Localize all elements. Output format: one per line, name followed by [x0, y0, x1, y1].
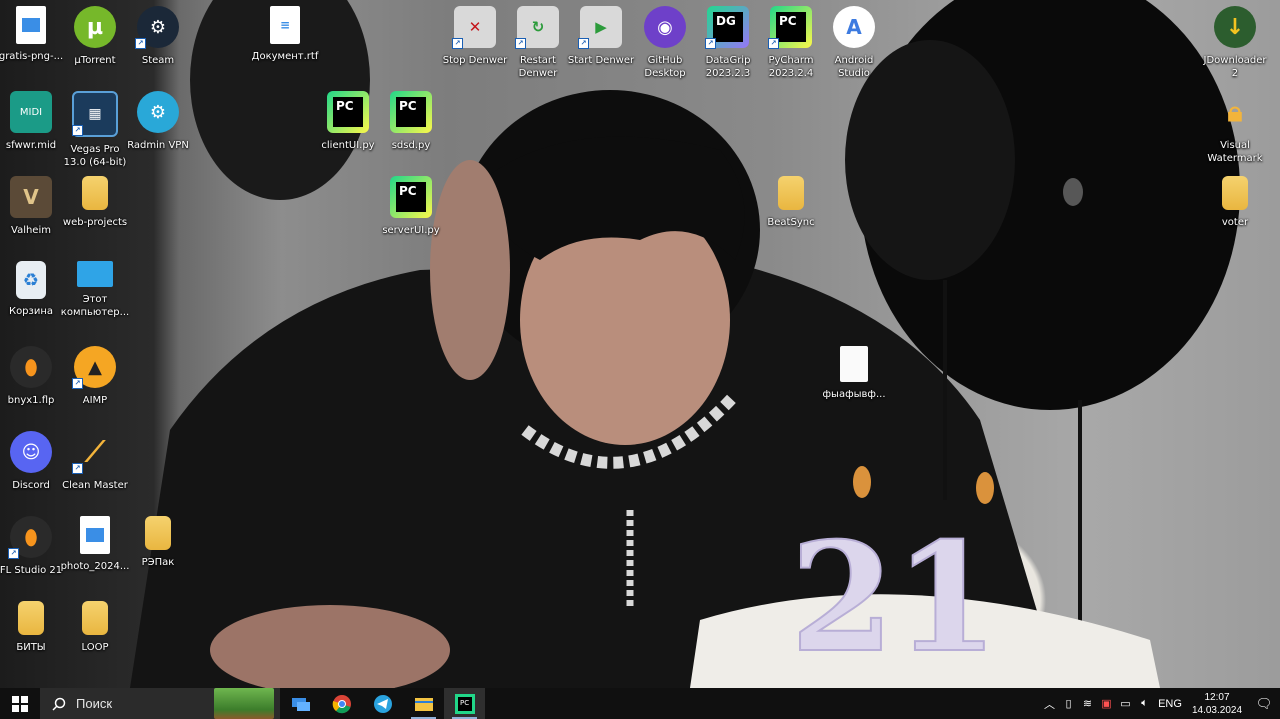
lock-icon: 🔒︎: [1227, 95, 1243, 128]
shortcut-arrow-icon: ↗: [578, 38, 589, 49]
desktop-icon-clean-master[interactable]: ⟋ ↗ Clean Master: [58, 431, 132, 492]
restart-denwer-icon: ↻ ↗: [515, 6, 559, 49]
shortcut-arrow-icon: ↗: [768, 38, 779, 49]
desktop-icon-fyafyvf[interactable]: фыафывф...: [817, 346, 891, 401]
desktop-icon-web-projects[interactable]: web-projects: [58, 176, 132, 229]
desktop-icon-steam[interactable]: ⚙ ↗ Steam: [121, 6, 195, 67]
search-highlight-image: [214, 688, 274, 719]
this-pc-icon: [77, 261, 113, 287]
taskbar: Поиск PC ︿ ▯ ≋ ▣ ▭ 🔈︎ ENG 12:07 14.03.20…: [0, 688, 1280, 719]
windows-logo-icon: [12, 695, 28, 712]
desktop-icon-beatsync[interactable]: BeatSync: [754, 176, 828, 229]
steam-icon: ⚙ ↗: [135, 6, 179, 49]
aimp-icon: ▲ ↗: [72, 346, 116, 389]
battery-icon[interactable]: ▭: [1116, 697, 1135, 710]
folder-icon: [1222, 176, 1248, 210]
python-file-icon: PC: [327, 91, 369, 133]
clock[interactable]: 12:07 14.03.2024: [1186, 691, 1248, 717]
jdownloader-icon: ↓: [1214, 6, 1256, 48]
folder-icon: [18, 601, 44, 635]
antivirus-icon[interactable]: ▣: [1097, 697, 1116, 710]
desktop-icon-visual-watermark[interactable]: 🔒︎ Visual Watermark: [1198, 91, 1272, 165]
image-file-icon: [80, 516, 110, 554]
github-desktop-icon: ◉: [644, 6, 686, 48]
desktop-icon-radmin[interactable]: ⚙ Radmin VPN: [121, 91, 195, 152]
desktop-icon-sdsd[interactable]: PC sdsd.py: [374, 91, 448, 152]
utorrent-icon: µ: [74, 6, 116, 48]
folder-icon: [145, 516, 171, 550]
notification-center-icon[interactable]: 🗨︎: [1248, 696, 1280, 712]
shortcut-arrow-icon: ↗: [135, 38, 146, 49]
discord-icon: ☺: [10, 431, 52, 473]
shortcut-arrow-icon: ↗: [8, 548, 19, 559]
clock-time: 12:07: [1204, 691, 1230, 703]
language-indicator[interactable]: ENG: [1154, 698, 1186, 710]
taskbar-file-explorer[interactable]: [403, 688, 444, 719]
telegram-icon: [373, 694, 392, 713]
shortcut-arrow-icon: ↗: [705, 38, 716, 49]
chevron-up-icon[interactable]: ︿: [1040, 696, 1059, 712]
fl-studio-icon: ⬮: [10, 346, 52, 388]
desktop-icon-loop[interactable]: LOOP: [58, 601, 132, 654]
rtf-document-icon: ≡: [270, 6, 300, 44]
shortcut-arrow-icon: ↗: [72, 125, 83, 136]
desktop-icon-voter[interactable]: voter: [1198, 176, 1272, 229]
shortcut-arrow-icon: ↗: [452, 38, 463, 49]
desktop-icon-start-denwer[interactable]: ▶ ↗ Start Denwer: [564, 6, 638, 67]
python-file-icon: PC: [390, 176, 432, 218]
pycharm-icon: PC ↗: [768, 6, 812, 49]
volume-icon[interactable]: 🔈︎: [1135, 697, 1154, 710]
wifi-icon[interactable]: ≋: [1078, 697, 1097, 710]
desktop-icon-document-rtf[interactable]: ≡ Документ.rtf: [248, 6, 322, 63]
search-placeholder: Поиск: [76, 696, 113, 711]
clock-date: 14.03.2024: [1191, 704, 1243, 716]
shortcut-arrow-icon: ↗: [72, 378, 83, 389]
chrome-icon: [332, 694, 351, 713]
desktop-icon-android-studio[interactable]: A Android Studio: [817, 6, 891, 80]
datagrip-icon: DG ↗: [705, 6, 749, 49]
vegas-pro-icon: ▦ ↗: [72, 91, 118, 137]
desktop-icon-jdownloader[interactable]: ↓ JDownloader 2: [1198, 6, 1272, 80]
recycle-bin-icon: ♻: [16, 261, 46, 299]
task-view-icon: [291, 697, 310, 711]
python-file-icon: PC: [390, 91, 432, 133]
android-studio-icon: A: [833, 6, 875, 48]
desktop-icon-this-pc[interactable]: Этот компьютер...: [58, 261, 132, 319]
folder-icon: [82, 176, 108, 210]
folder-icon: [778, 176, 804, 210]
desktop-icon-aimp[interactable]: ▲ ↗ AIMP: [58, 346, 132, 407]
task-view-button[interactable]: [280, 688, 321, 719]
blank-file-icon: [840, 346, 868, 382]
search-box[interactable]: Поиск: [40, 688, 280, 719]
system-tray: ︿ ▯ ≋ ▣ ▭ 🔈︎ ENG 12:07 14.03.2024 🗨︎: [1040, 688, 1280, 719]
desktop-icon-repak[interactable]: РЭПак: [121, 516, 195, 569]
start-button[interactable]: [0, 688, 40, 719]
fl-studio-icon: ⬮ ↗: [8, 516, 52, 559]
desktop-icon-serverui[interactable]: PC serverUI.py: [374, 176, 448, 237]
taskbar-pycharm[interactable]: PC: [444, 688, 485, 719]
pycharm-icon: PC: [454, 693, 475, 714]
start-denwer-icon: ▶ ↗: [578, 6, 622, 49]
svg-text:PC: PC: [460, 699, 469, 707]
broom-icon: ⟋ ↗: [72, 431, 116, 474]
taskbar-telegram[interactable]: [362, 688, 403, 719]
file-explorer-icon: [414, 697, 433, 711]
valheim-icon: V: [10, 176, 52, 218]
desktop[interactable]: 21 gratis-png-... MIDI sfwwr.mid V Valhe…: [0, 0, 1280, 688]
search-icon: [52, 697, 66, 711]
folder-icon: [82, 601, 108, 635]
device-icon[interactable]: ▯: [1059, 697, 1078, 710]
radmin-vpn-icon: ⚙: [137, 91, 179, 133]
taskbar-chrome[interactable]: [321, 688, 362, 719]
shortcut-arrow-icon: ↗: [72, 463, 83, 474]
candle-number: 21: [790, 510, 999, 686]
stop-denwer-icon: ✕ ↗: [452, 6, 496, 49]
shortcut-arrow-icon: ↗: [515, 38, 526, 49]
image-file-icon: [16, 6, 46, 44]
midi-file-icon: MIDI: [10, 91, 52, 133]
